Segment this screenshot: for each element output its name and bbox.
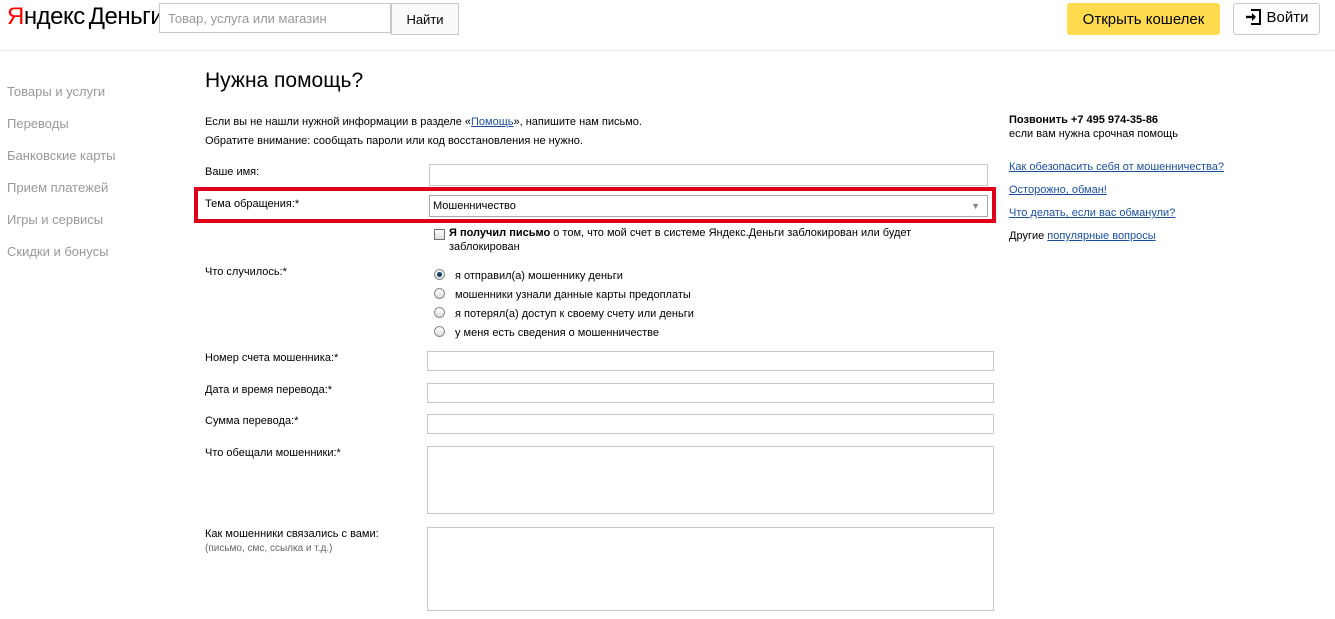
radio-label-card-data: мошенники узнали данные карты предоплаты: [455, 289, 691, 301]
radio-lost-access[interactable]: [434, 307, 445, 318]
topic-selected-value: Мошенничество: [433, 200, 516, 212]
popular-questions-link[interactable]: популярные вопросы: [1047, 230, 1155, 242]
phone-note: если вам нужна срочная помощь: [1009, 128, 1178, 140]
logo-money: Деньги: [88, 3, 164, 30]
logo-yandex: Яндекс: [7, 3, 85, 30]
letter-checkbox-label: Я получил письмо о том, что мой счет в с…: [449, 226, 939, 254]
header: ЯндексДеньги Найти Открыть кошелек Войти: [0, 0, 1335, 51]
logo-ya-letter: Я: [7, 3, 24, 30]
datetime-label: Дата и время перевода:*: [205, 384, 333, 396]
what-happened-label: Что случилось:*: [205, 266, 287, 278]
intro-line-1: Если вы не нашли нужной информации в раз…: [205, 113, 642, 132]
contact-label: Как мошенники связались с вами:: [205, 528, 379, 540]
chevron-down-icon: ▼: [971, 201, 980, 211]
topic-label: Тема обращения:*: [205, 198, 300, 210]
sidebar-item-bank-cards[interactable]: Банковские карты: [7, 148, 116, 180]
promise-label: Что обещали мошенники:*: [205, 447, 341, 459]
sidebar-nav: Товары и услуги Переводы Банковские карт…: [7, 84, 116, 276]
sum-field[interactable]: [427, 414, 994, 434]
login-label: Войти: [1266, 9, 1309, 26]
datetime-field[interactable]: [427, 383, 994, 403]
sidebar-item-transfers[interactable]: Переводы: [7, 116, 116, 148]
help-link[interactable]: Помощь: [471, 116, 514, 128]
phone-text: Позвонить +7 495 974-35-86: [1009, 114, 1159, 126]
other-questions: Другие популярные вопросы: [1009, 230, 1156, 242]
radio-label-have-info: у меня есть сведения о мошенничестве: [455, 327, 659, 339]
name-label: Ваше имя:: [205, 166, 260, 178]
sidebar-item-bonuses[interactable]: Скидки и бонусы: [7, 244, 116, 276]
other-prefix: Другие: [1009, 230, 1048, 242]
radio-sent-money[interactable]: [434, 269, 445, 280]
radio-card-data[interactable]: [434, 288, 445, 299]
name-field[interactable]: [429, 164, 988, 186]
sidebar-item-payments[interactable]: Прием платежей: [7, 180, 116, 212]
login-button[interactable]: Войти: [1233, 3, 1320, 35]
letter-checkbox[interactable]: [434, 229, 445, 240]
login-icon: [1245, 9, 1261, 29]
search-input[interactable]: [159, 3, 391, 33]
open-wallet-button[interactable]: Открыть кошелек: [1067, 3, 1220, 35]
intro-line-2: Обратите внимание: сообщать пароли или к…: [205, 135, 583, 147]
link-beware-fraud[interactable]: Осторожно, обман!: [1009, 184, 1107, 196]
topic-select[interactable]: Мошенничество ▼: [429, 195, 988, 217]
sum-label: Сумма перевода:*: [205, 415, 299, 427]
link-protect-yourself[interactable]: Как обезопасить себя от мошенничества?: [1009, 161, 1224, 173]
contact-textarea[interactable]: [427, 527, 994, 611]
link-what-to-do[interactable]: Что делать, если вас обманули?: [1009, 207, 1175, 219]
intro-part-1: Если вы не нашли нужной информации в раз…: [205, 116, 471, 128]
sidebar-item-games[interactable]: Игры и сервисы: [7, 212, 116, 244]
contact-info: Позвонить +7 495 974-35-86 если вам нужн…: [1009, 113, 1178, 141]
search-button[interactable]: Найти: [391, 3, 459, 35]
contact-hint: (письмо, смс, ссылка и т.д.): [205, 543, 333, 554]
radio-label-lost-access: я потерял(а) доступ к своему счету или д…: [455, 308, 694, 320]
radio-have-info[interactable]: [434, 326, 445, 337]
intro-part-2: », напишите нам письмо.: [513, 116, 642, 128]
page-title: Нужна помощь?: [205, 69, 364, 92]
promise-textarea[interactable]: [427, 446, 994, 514]
intro-text: Если вы не нашли нужной информации в раз…: [205, 113, 642, 151]
radio-label-sent-money: я отправил(а) мошеннику деньги: [455, 270, 623, 282]
account-label: Номер счета мошенника:*: [205, 352, 339, 364]
account-field[interactable]: [427, 351, 994, 371]
yandex-money-logo[interactable]: Яндекс Деньги: [7, 3, 164, 31]
sidebar-item-goods[interactable]: Товары и услуги: [7, 84, 116, 116]
logo-ya-rest: ндекс: [23, 3, 85, 30]
letter-bold-text: Я получил письмо: [449, 227, 551, 239]
